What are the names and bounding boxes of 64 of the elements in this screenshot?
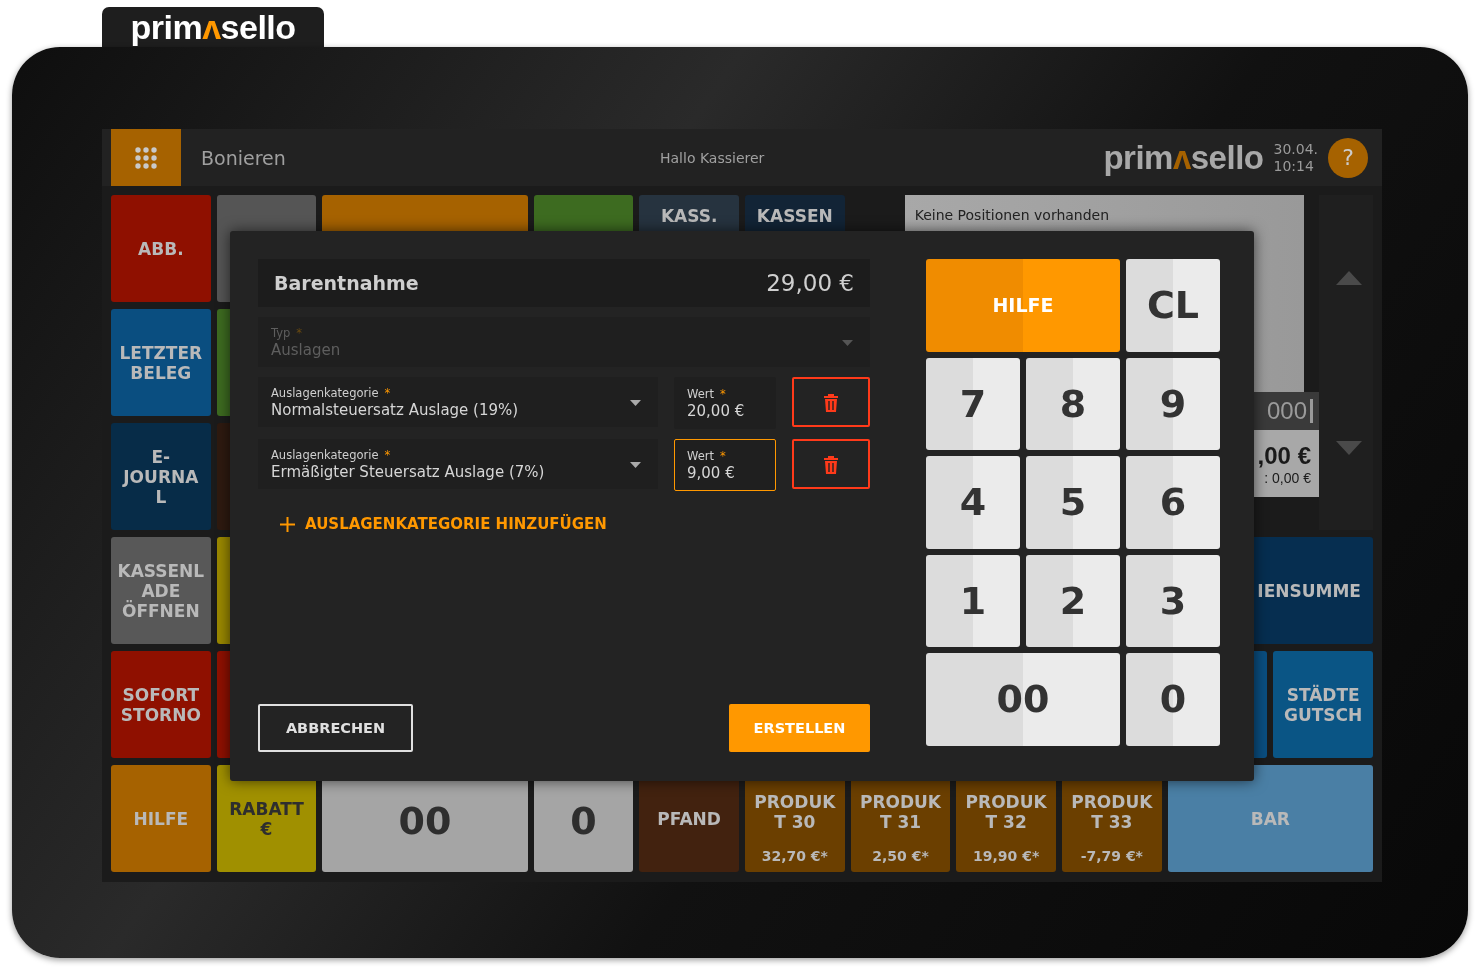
caret-icon (842, 340, 853, 346)
value-field[interactable]: Wert * 20,00 € (674, 377, 776, 429)
field-label: Wert (687, 386, 714, 401)
field-label: Wert (687, 448, 714, 463)
required-mark: * (720, 386, 726, 401)
keypad-key[interactable]: 2 (1026, 554, 1120, 647)
grid-menu-icon (135, 146, 157, 169)
keypad-key[interactable]: 9 (1126, 357, 1220, 450)
keypad-key[interactable]: 00 (926, 653, 1120, 746)
date-text: 30.04. (1273, 140, 1318, 158)
field-value: 20,00 € (687, 401, 745, 420)
dialog-title: Barentnahme (274, 272, 419, 294)
required-mark: * (384, 447, 391, 462)
cancel-button[interactable]: ABBRECHEN (258, 704, 413, 752)
delete-button[interactable] (792, 377, 870, 427)
trash-icon (823, 392, 839, 412)
value-field[interactable]: Wert * 9,00 € (674, 439, 776, 491)
keypad-key[interactable]: CL (1126, 259, 1220, 352)
menu-button[interactable] (111, 129, 181, 186)
total-amount: ,00 € (1257, 441, 1311, 470)
field-label: Auslagenkategorie (271, 447, 379, 462)
entry-text: 000 (1266, 397, 1307, 425)
page-title: Bonieren (201, 146, 286, 169)
scroll-down-icon[interactable] (1335, 440, 1363, 456)
field-label: Auslagenkategorie (271, 385, 379, 400)
text-cursor (1310, 399, 1313, 423)
keypad-key[interactable]: 8 (1026, 357, 1120, 450)
required-mark: * (384, 385, 391, 400)
subtotal-text: : 0,00 € (1264, 469, 1311, 486)
keypad-key[interactable]: 6 (1126, 456, 1220, 549)
field-value: Auslagen (271, 340, 341, 359)
field-value: Normalsteuersatz Auslage (19%) (271, 400, 519, 419)
greeting-text: Hallo Kassierer (660, 149, 765, 166)
caret-icon (630, 462, 641, 468)
required-mark: * (720, 448, 726, 463)
total-amount: 29,00 € (766, 270, 854, 296)
empty-list-text: Keine Positionen vorhanden (914, 207, 1110, 223)
category-select[interactable]: Auslagenkategorie * Normalsteuersatz Auslage (19%) (258, 377, 658, 427)
delete-button[interactable] (792, 439, 870, 489)
plus-icon (280, 516, 295, 532)
function-tile[interactable]: E- JOURNA L (111, 423, 211, 530)
function-tile[interactable]: KASSENL ADE ÖFFNEN (111, 537, 211, 644)
required-mark: * (296, 325, 303, 340)
keypad-key[interactable]: 4 (926, 456, 1020, 549)
function-tile[interactable]: SOFORT STORNO (111, 651, 211, 758)
add-category-link[interactable]: AUSLAGENKATEGORIE HINZUFÜGEN (280, 515, 607, 533)
field-value: 9,00 € (687, 463, 735, 482)
time-text: 10:14 (1273, 157, 1315, 175)
trash-icon (823, 454, 839, 474)
function-tile[interactable]: ABB. (111, 195, 211, 302)
field-value: Ermäßigter Steuersatz Auslage (7%) (271, 462, 545, 481)
function-tile[interactable]: STÄDTE GUTSCH (1273, 651, 1373, 758)
category-select[interactable]: Auslagenkategorie * Ermäßigter Steuersatz Auslage (7%) (258, 439, 658, 489)
keypad-key[interactable]: 0 (1126, 653, 1220, 746)
caret-icon (630, 400, 641, 406)
keypad-key[interactable]: 3 (1126, 554, 1220, 647)
keypad-key[interactable]: 7 (926, 357, 1020, 450)
keypad-key[interactable]: 5 (1026, 456, 1120, 549)
brand-logo: primʌsello (1103, 138, 1264, 177)
field-label: Typ (271, 325, 291, 340)
keypad-key[interactable]: 1 (926, 554, 1020, 647)
function-tile[interactable]: LETZTER BELEG (111, 309, 211, 416)
brand-logo: primʌsello (130, 7, 296, 47)
scroll-up-icon[interactable] (1335, 270, 1363, 286)
